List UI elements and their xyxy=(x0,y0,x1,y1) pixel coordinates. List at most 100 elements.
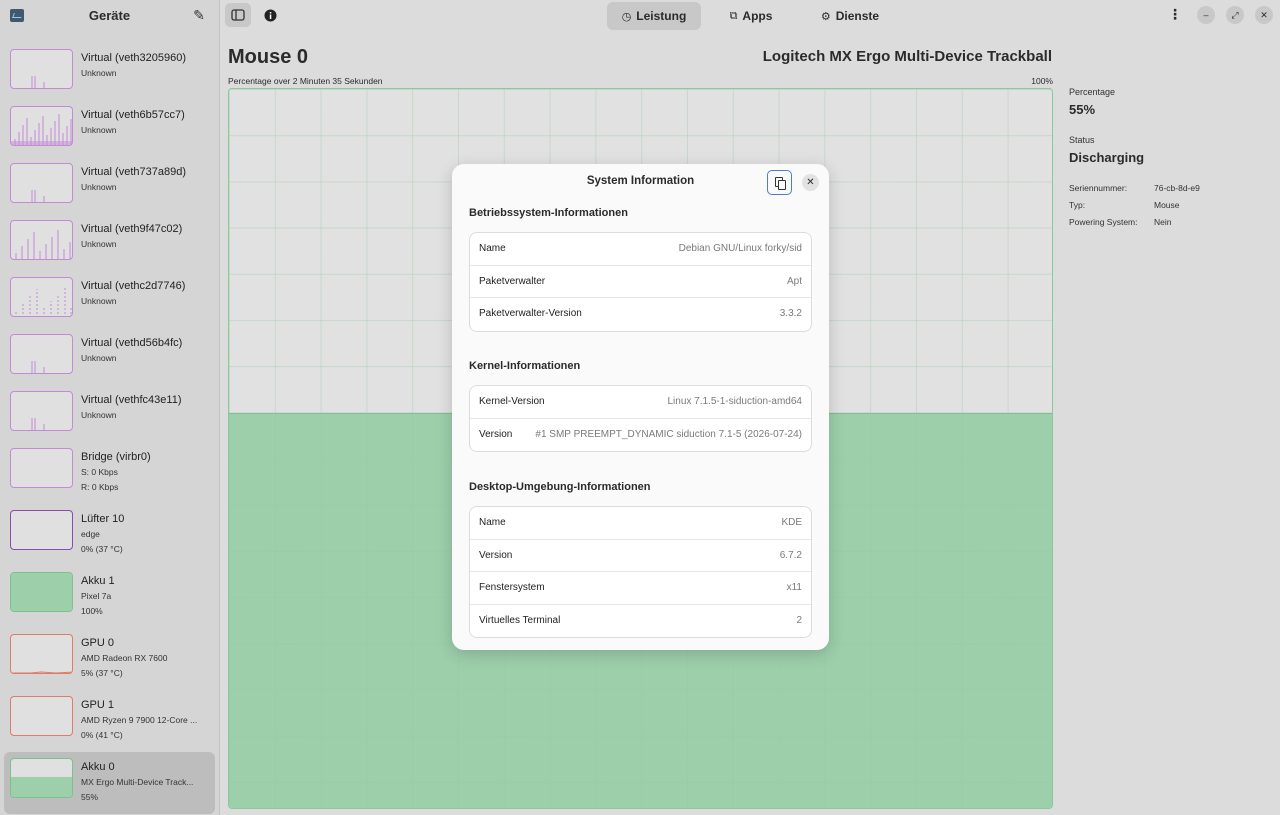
section-title-desktop: Desktop-Umgebung-Informationen xyxy=(469,481,651,493)
tab-leistung[interactable]: ◷ Leistung xyxy=(607,2,701,30)
device-list: Virtual (veth3205960) Unknown Virtual (vet… xyxy=(4,43,215,814)
device-detail: 5% (37 °C) xyxy=(81,668,123,678)
device-graph-thumbnail xyxy=(10,220,73,260)
page-title: Mouse 0 xyxy=(228,46,309,68)
info-row: Name Debian GNU/Linux forky/sid xyxy=(470,233,811,266)
info-row: Fenstersystem x11 xyxy=(470,572,811,605)
info-row: Paketverwalter-Version 3.3.2 xyxy=(470,298,811,331)
tab-label: Dienste xyxy=(835,9,880,23)
close-window-button[interactable]: ✕ xyxy=(1255,6,1273,24)
row-value: 2 xyxy=(796,614,802,626)
device-name: Akku 1 xyxy=(81,575,115,587)
device-model: Logitech MX Ergo Multi-Device Trackball xyxy=(762,48,1052,65)
system-information-dialog: System Information ✕ Betriebssystem-Info… xyxy=(452,164,829,650)
device-subtitle: Unknown xyxy=(81,296,117,306)
sidebar-device-item[interactable]: Akku 1 Pixel 7a 100% xyxy=(4,566,215,628)
minimize-button[interactable]: – xyxy=(1197,6,1215,24)
row-value: 6.7.2 xyxy=(779,549,802,561)
row-value: Linux 7.1.5-1-siduction-amd64 xyxy=(667,396,802,407)
device-subtitle: Unknown xyxy=(81,182,117,192)
desktop-info-card: Name KDE Version 6.7.2 Fenstersystem x11 Vi… xyxy=(469,506,812,638)
status-value: Discharging xyxy=(1069,150,1145,165)
device-subtitle: Unknown xyxy=(81,239,117,249)
gauge-icon: ◷ xyxy=(621,10,632,23)
device-graph-thumbnail xyxy=(10,448,73,488)
apps-icon: ⧉ xyxy=(729,9,738,22)
sidebar-device-item[interactable]: GPU 0 AMD Radeon RX 7600 5% (37 °C) xyxy=(4,628,215,690)
property-value: Nein xyxy=(1154,217,1172,227)
row-value: Debian GNU/Linux forky/sid xyxy=(678,243,802,254)
device-detail: 55% xyxy=(81,792,99,802)
tab-label: Apps xyxy=(742,9,773,23)
device-name: Virtual (veth9f47c02) xyxy=(81,223,183,235)
device-subtitle: S: 0 Kbps xyxy=(81,467,118,477)
device-graph-thumbnail xyxy=(10,49,73,89)
sidebar-device-item[interactable]: Lüfter 10 edge 0% (37 °C) xyxy=(4,504,215,566)
sidebar-device-item[interactable]: Virtual (vethfc43e11) Unknown xyxy=(4,385,215,442)
sidebar-header: Geräte ✎ xyxy=(0,0,219,32)
sidebar-device-item[interactable]: Virtual (veth6b57cc7) Unknown xyxy=(4,100,215,157)
sidebar-device-item[interactable]: Virtual (veth737a89d) Unknown xyxy=(4,157,215,214)
close-icon[interactable]: ✕ xyxy=(802,174,819,191)
tab-apps[interactable]: ⧉ Apps xyxy=(716,2,786,30)
device-subtitle: Unknown xyxy=(81,125,117,135)
sidebar-icon xyxy=(231,9,245,21)
device-name: Virtual (vethc2d7746) xyxy=(81,280,186,292)
graph-max-label: 100% xyxy=(1031,76,1053,86)
info-row: Kernel-Version Linux 7.1.5-1-siduction-am… xyxy=(470,386,811,419)
row-key: Fenstersystem xyxy=(479,582,545,593)
device-subtitle: MX Ergo Multi-Device Track... xyxy=(81,777,194,787)
sidebar-device-item[interactable]: Virtual (veth3205960) Unknown xyxy=(4,43,215,100)
device-name: GPU 0 xyxy=(81,637,115,649)
sidebar: Geräte ✎ Virtual (veth3205960) Unknown Vir… xyxy=(0,0,220,815)
device-name: Virtual (vethfc43e11) xyxy=(81,394,182,406)
sidebar-device-item[interactable]: Akku 0 MX Ergo Multi-Device Track... 55% xyxy=(4,752,215,814)
property-value: 76-cb-8d-e9 xyxy=(1154,183,1200,193)
maximize-button[interactable]: ⤢ xyxy=(1226,6,1244,24)
sidebar-device-item[interactable]: GPU 1 AMD Ryzen 9 7900 12-Core ... 0% (41 … xyxy=(4,690,215,752)
device-graph-thumbnail xyxy=(10,758,73,798)
row-key: Version xyxy=(479,428,513,440)
percentage-label: Percentage xyxy=(1069,87,1116,97)
sidebar-device-item[interactable]: Bridge (virbr0) S: 0 Kbps R: 0 Kbps xyxy=(4,442,215,504)
services-icon: ⚙ xyxy=(820,10,831,23)
device-detail: 0% (41 °C) xyxy=(81,730,123,740)
info-row: Virtuelles Terminal 2 xyxy=(470,605,811,638)
section-title-os: Betriebssystem-Informationen xyxy=(469,207,628,219)
property-key: Typ: xyxy=(1069,200,1086,210)
device-subtitle: Unknown xyxy=(81,410,117,420)
device-name: Lüfter 10 xyxy=(81,513,125,525)
menu-icon[interactable]: ⋮ xyxy=(1168,6,1182,23)
device-subtitle: AMD Radeon RX 7600 xyxy=(81,653,168,663)
row-key: Paketverwalter-Version xyxy=(479,308,582,319)
device-detail: 100% xyxy=(81,606,103,616)
info-button[interactable] xyxy=(257,3,283,27)
device-name: GPU 1 xyxy=(81,699,115,711)
sidebar-title: Geräte xyxy=(88,8,131,23)
header-bar: ◷ Leistung ⧉ Apps ⚙ Dienste ⋮ – ⤢ ✕ xyxy=(220,0,1280,32)
sidebar-device-item[interactable]: Virtual (vethc2d7746) Unknown xyxy=(4,271,215,328)
tab-dienste[interactable]: ⚙ Dienste xyxy=(808,2,892,30)
status-label: Status xyxy=(1069,135,1095,145)
tab-label: Leistung xyxy=(636,9,687,23)
row-key: Kernel-Version xyxy=(479,396,545,407)
info-icon xyxy=(264,9,276,21)
device-subtitle: Pixel 7a xyxy=(81,591,112,601)
os-info-card: Name Debian GNU/Linux forky/sid Paketverw… xyxy=(469,232,812,332)
row-value: KDE xyxy=(781,517,802,528)
copy-button[interactable] xyxy=(767,170,792,195)
device-graph-thumbnail xyxy=(10,334,73,374)
toggle-sidebar-button[interactable] xyxy=(225,3,251,27)
sidebar-device-item[interactable]: Virtual (vethd56b4fc) Unknown xyxy=(4,328,215,385)
device-graph-thumbnail xyxy=(10,391,73,431)
device-graph-thumbnail xyxy=(10,572,73,612)
device-name: Virtual (veth3205960) xyxy=(81,52,186,64)
property-key: Powering System: xyxy=(1069,217,1138,227)
edit-icon[interactable]: ✎ xyxy=(191,7,207,23)
device-graph-thumbnail xyxy=(10,163,73,203)
sidebar-device-item[interactable]: Virtual (veth9f47c02) Unknown xyxy=(4,214,215,271)
device-graph-thumbnail xyxy=(10,106,73,146)
device-subtitle: Unknown xyxy=(81,353,117,363)
property-value: Mouse xyxy=(1154,200,1180,210)
row-value: x11 xyxy=(786,582,802,593)
